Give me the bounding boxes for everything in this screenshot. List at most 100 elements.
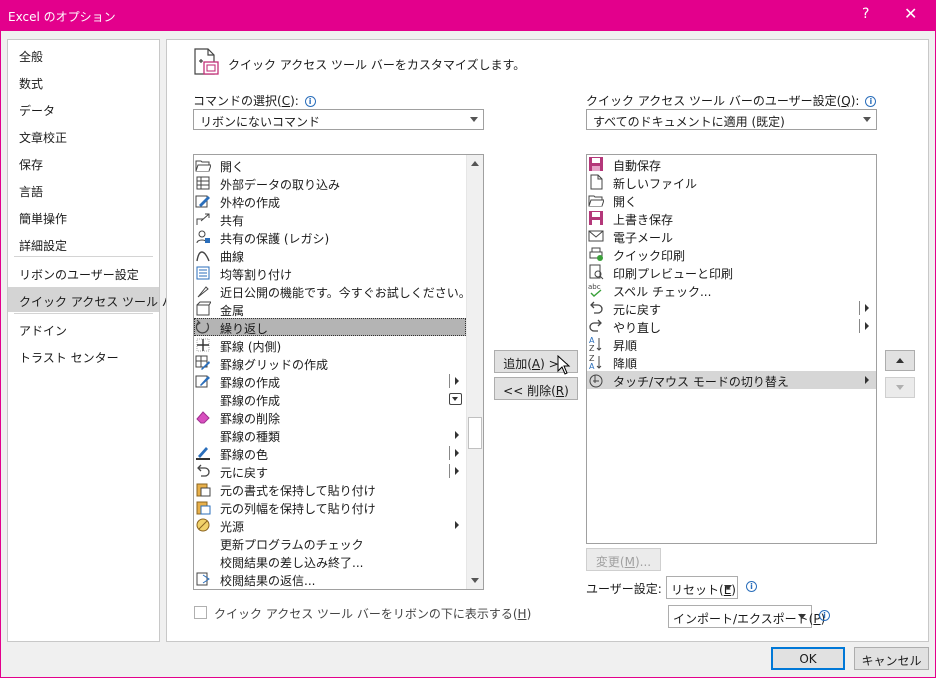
available-command-item[interactable]: 元の列幅を保持して貼り付け <box>194 498 466 516</box>
move-down-button[interactable] <box>885 377 915 398</box>
nav-item-advanced[interactable]: 詳細設定 <box>8 231 159 256</box>
split-divider <box>449 374 450 388</box>
info-icon[interactable]: i <box>819 610 830 621</box>
command-label: 元の列幅を保持して貼り付け <box>220 502 376 516</box>
toolbar-command-item[interactable]: 新しいファイル <box>587 173 876 191</box>
scroll-thumb[interactable] <box>468 417 482 449</box>
available-command-item[interactable]: 罫線 (内側) <box>194 336 466 354</box>
available-command-item[interactable]: 金属 <box>194 300 466 318</box>
reset-dropdown[interactable]: リセット(E) <box>666 576 738 599</box>
import-export-dropdown[interactable]: インポート/エクスポート(P) <box>668 605 825 628</box>
choose-commands-label: コマンドの選択(C): i <box>193 92 316 109</box>
ok-button[interactable]: OK <box>771 647 845 670</box>
toolbar-command-item[interactable]: Z A 降順 <box>587 353 876 371</box>
available-command-item[interactable]: 開く <box>194 156 466 174</box>
close-button[interactable]: ✕ <box>904 4 917 23</box>
toolbar-command-item[interactable]: 上書き保存 <box>587 209 876 227</box>
toolbar-command-item[interactable]: A Z 昇順 <box>587 335 876 353</box>
metal-icon <box>196 301 211 316</box>
show-below-ribbon-checkbox[interactable] <box>194 606 207 619</box>
nav-item-accessibility[interactable]: 簡単操作 <box>8 204 159 229</box>
remove-button[interactable]: << 削除(R) <box>494 377 578 400</box>
available-command-item[interactable]: 繰り返し <box>194 318 466 336</box>
mouse-cursor-icon <box>557 355 571 375</box>
available-commands-scrollbar[interactable] <box>466 155 483 589</box>
available-command-item[interactable]: 罫線の作成 <box>194 372 466 390</box>
scroll-up-arrow-icon[interactable] <box>467 155 483 172</box>
info-icon[interactable]: i <box>865 96 877 107</box>
info-icon[interactable]: i <box>746 581 757 592</box>
nav-item-formulas[interactable]: 数式 <box>8 69 159 94</box>
available-command-item[interactable]: 罫線の種類 <box>194 426 466 444</box>
available-command-item[interactable]: 共有 <box>194 210 466 228</box>
chevron-down-icon <box>724 585 732 590</box>
toolbar-command-item[interactable]: 電子メール <box>587 227 876 245</box>
command-label: やり直し <box>613 321 662 335</box>
choose-commands-combo[interactable]: リボンにないコマンド <box>193 109 484 130</box>
customize-toolbar-label: クイック アクセス ツール バーのユーザー設定(Q): i <box>586 92 877 109</box>
available-command-item[interactable]: 校閲結果の差し込み終了... <box>194 552 466 570</box>
toolbar-command-item[interactable]: abc スペル チェック... <box>587 281 876 299</box>
command-label: 上書き保存 <box>613 213 674 227</box>
command-label: 校閲結果の返信... <box>220 574 316 588</box>
cancel-button[interactable]: キャンセル <box>854 647 929 670</box>
help-button[interactable]: ? <box>862 6 869 22</box>
available-command-item[interactable]: 罫線の削除 <box>194 408 466 426</box>
split-divider <box>859 319 860 333</box>
available-command-item[interactable]: 罫線グリッドの作成 <box>194 354 466 372</box>
touch-mode-icon <box>589 374 603 388</box>
customize-toolbar-combo[interactable]: すべてのドキュメントに適用 (既定) <box>586 109 877 130</box>
new-file-icon <box>590 174 603 190</box>
command-label: 更新プログラムのチェック <box>220 538 364 552</box>
toolbar-command-item[interactable]: 自動保存 <box>587 155 876 173</box>
toolbar-command-item[interactable]: 元に戻す <box>587 299 876 317</box>
customize-toolbar-access-key: Q <box>841 94 851 108</box>
available-command-item[interactable]: 元の書式を保持して貼り付け <box>194 480 466 498</box>
import-data-icon <box>196 176 210 190</box>
available-command-item[interactable]: 更新プログラムのチェック <box>194 534 466 552</box>
available-command-item[interactable]: 外枠の作成 <box>194 192 466 210</box>
nav-item-proofing[interactable]: 文章校正 <box>8 123 159 148</box>
toolbar-commands-list[interactable]: 自動保存 新しいファイル 開く上書き保存電子メール クイック印刷 印刷プレビューと印刷 a… <box>586 154 877 544</box>
available-command-item[interactable]: 均等割り付け <box>194 264 466 282</box>
customize-toolbar-combo-value: すべてのドキュメントに適用 (既定) <box>593 115 785 129</box>
nav-item-general[interactable]: 全般 <box>8 42 159 67</box>
nav-item-language[interactable]: 言語 <box>8 177 159 202</box>
nav-item-addins[interactable]: アドイン <box>8 316 159 341</box>
toolbar-command-item[interactable]: 印刷プレビューと印刷 <box>587 263 876 281</box>
command-label: 罫線の作成 <box>220 376 281 390</box>
toolbar-command-item[interactable]: 開く <box>587 191 876 209</box>
command-label: スペル チェック... <box>613 285 712 299</box>
toolbar-command-item[interactable]: やり直し <box>587 317 876 335</box>
show-below-ribbon-prefix: クイック アクセス ツール バーをリボンの下に表示する( <box>214 607 518 621</box>
available-command-item[interactable]: 罫線の色 <box>194 444 466 462</box>
reply-icon <box>196 572 210 586</box>
nav-item-quick-access-toolbar[interactable]: クイック アクセス ツール バー <box>8 287 186 312</box>
toolbar-command-item[interactable]: クイック印刷 <box>587 245 876 263</box>
command-label: 光源 <box>220 520 245 534</box>
move-up-button[interactable] <box>885 350 915 371</box>
available-command-item[interactable]: 罫線の作成 <box>194 390 466 408</box>
scroll-down-arrow-icon[interactable] <box>467 572 483 589</box>
nav-item-trust-center[interactable]: トラスト センター <box>8 343 159 368</box>
nav-item-data[interactable]: データ <box>8 96 159 121</box>
available-command-item[interactable]: 曲線 <box>194 246 466 264</box>
available-commands-list[interactable]: 開く 外部データの取り込み 外枠の作成 共有 共有の保護 (レガシ) 曲線 均等割り付け 近日… <box>193 154 484 590</box>
nav-item-save[interactable]: 保存 <box>8 150 159 175</box>
svg-text:A: A <box>589 362 595 370</box>
modify-button[interactable]: 変更(M)... <box>586 548 661 571</box>
available-command-item[interactable]: 近日公開の機能です。今すぐお試しください。 <box>194 282 471 300</box>
submenu-arrow-icon <box>455 521 459 529</box>
command-label: 校閲結果の差し込み終了... <box>220 556 364 570</box>
available-command-item[interactable]: 光源 <box>194 516 466 534</box>
toolbar-command-item[interactable]: タッチ/マウス モードの切り替え <box>587 371 876 389</box>
available-command-item[interactable]: 元に戻す <box>194 462 466 480</box>
available-command-item[interactable]: 共有の保護 (レガシ) <box>194 228 466 246</box>
available-command-item[interactable]: 校閲結果の返信... <box>194 570 466 588</box>
nav-item-customize-ribbon[interactable]: リボンのユーザー設定 <box>8 260 159 285</box>
info-icon[interactable]: i <box>304 96 316 107</box>
available-command-item[interactable]: 外部データの取り込み <box>194 174 466 192</box>
command-label: 電子メール <box>613 231 674 245</box>
email-icon <box>588 230 604 242</box>
curve-icon <box>196 251 210 262</box>
